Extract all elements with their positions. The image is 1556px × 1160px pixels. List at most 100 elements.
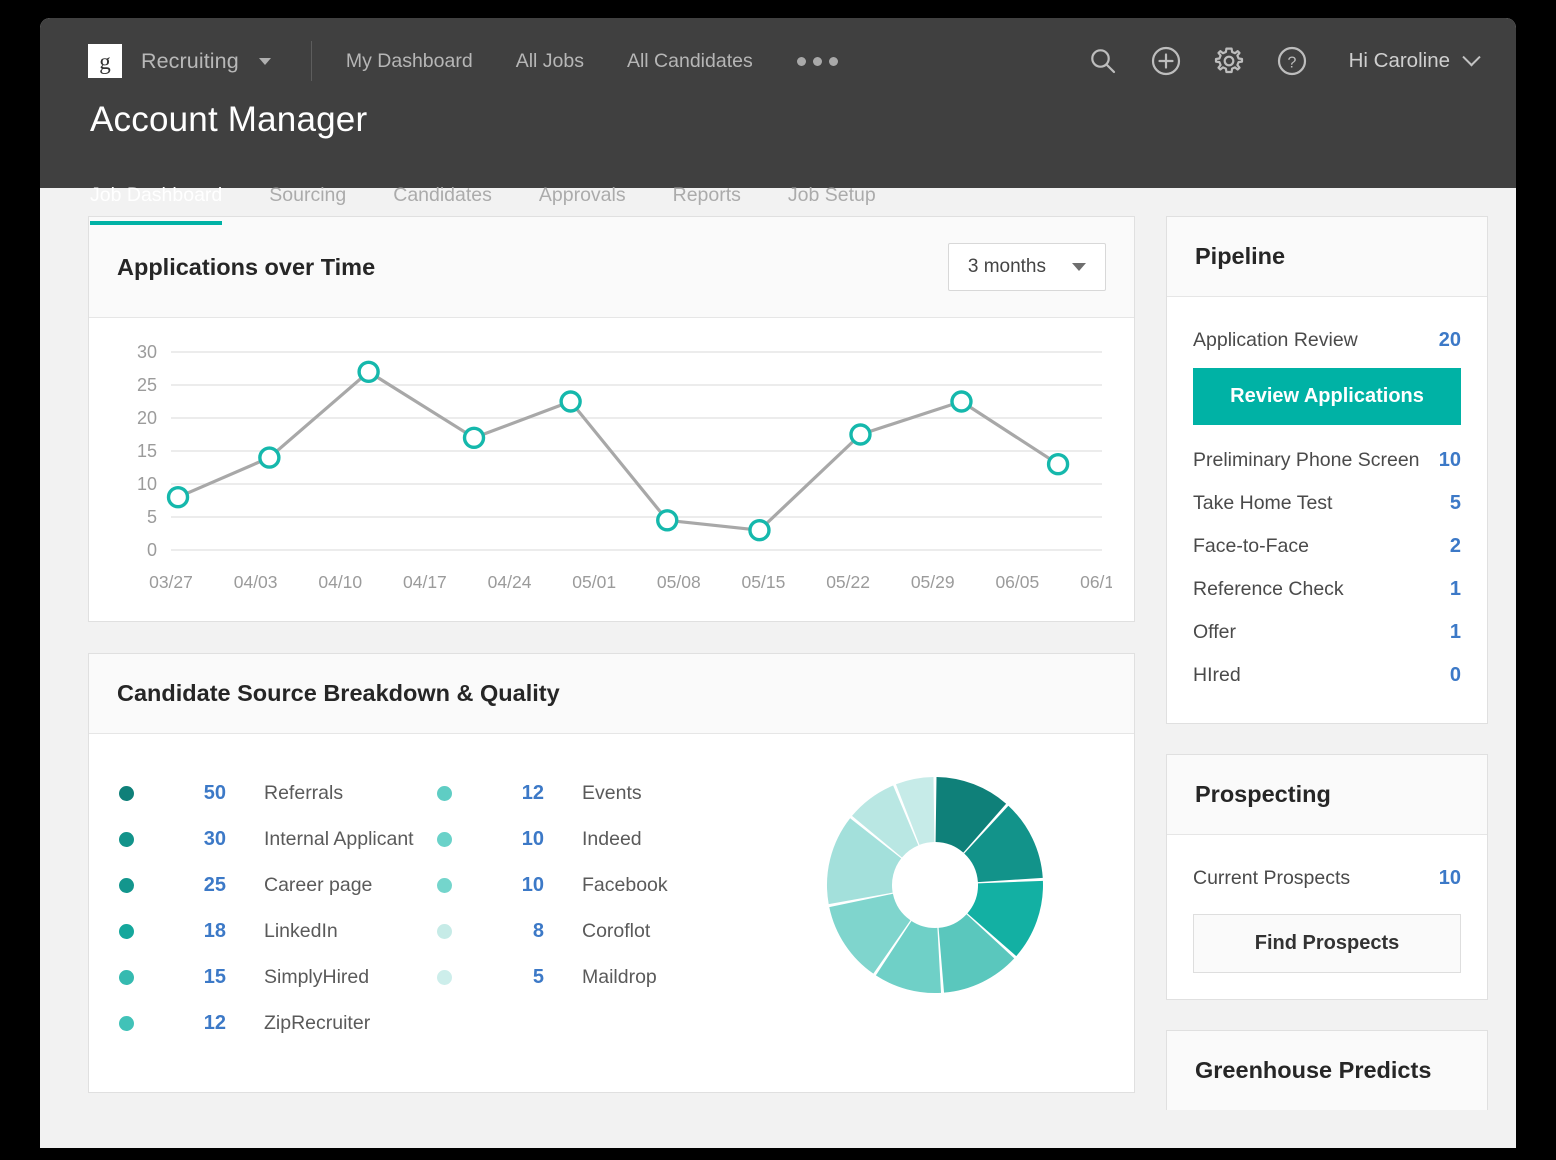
dot <box>829 57 838 66</box>
tab-candidates[interactable]: Candidates <box>393 184 492 225</box>
nav-link-all-jobs[interactable]: All Jobs <box>516 50 584 73</box>
tab-reports[interactable]: Reports <box>673 184 741 225</box>
pipeline-card-body: Application Review 20 Review Application… <box>1167 297 1487 723</box>
prospecting-card: Prospecting Current Prospects 10 Find Pr… <box>1166 754 1488 1000</box>
legend-label: LinkedIn <box>264 920 338 943</box>
svg-text:04/24: 04/24 <box>488 572 532 592</box>
svg-text:5: 5 <box>147 507 157 527</box>
legend-value: 30 <box>164 828 226 851</box>
legend-color-dot <box>119 924 134 939</box>
search-icon[interactable] <box>1087 45 1120 78</box>
chevron-down-icon <box>1072 263 1086 271</box>
plus-circle-icon[interactable] <box>1150 45 1183 78</box>
tab-job-dashboard[interactable]: Job Dashboard <box>90 184 222 225</box>
source-card-header: Candidate Source Breakdown & Quality <box>89 654 1134 734</box>
logo-glyph: g <box>99 50 111 73</box>
review-applications-button[interactable]: Review Applications <box>1193 368 1461 425</box>
pipeline-stage-hired[interactable]: HIred 0 <box>1193 654 1461 697</box>
pipeline-title: Pipeline <box>1195 243 1459 270</box>
dot <box>813 57 822 66</box>
tab-sourcing[interactable]: Sourcing <box>269 184 346 225</box>
user-menu[interactable]: Hi Caroline <box>1349 49 1478 73</box>
pipeline-stage-preliminary-phone-screen[interactable]: Preliminary Phone Screen 10 <box>1193 439 1461 482</box>
stage-label: Preliminary Phone Screen <box>1193 449 1420 472</box>
legend-label: SimplyHired <box>264 966 369 989</box>
nav-link-all-candidates[interactable]: All Candidates <box>627 50 753 73</box>
nav-link-my-dashboard[interactable]: My Dashboard <box>346 50 473 73</box>
source-legend-row[interactable]: 50Referrals <box>119 770 437 816</box>
svg-text:05/15: 05/15 <box>742 572 786 592</box>
source-legend-right: 12 Events 10Indeed 10 Facebook 8Coroflot 5 Mail… <box>437 770 755 1046</box>
legend-label: Maildrop <box>582 966 657 989</box>
legend-color-dot <box>437 924 452 939</box>
find-prospects-button[interactable]: Find Prospects <box>1193 914 1461 973</box>
source-legend-left: 50Referrals 30 Internal Applicant 25Career … <box>119 770 437 1046</box>
question-circle-icon[interactable]: ? <box>1276 45 1309 78</box>
svg-text:0: 0 <box>147 540 157 560</box>
source-legend-row[interactable]: 10 Facebook <box>437 862 755 908</box>
legend-color-dot <box>119 970 134 985</box>
source-legend-row[interactable]: 8Coroflot <box>437 908 755 954</box>
pipeline-stage-reference-check[interactable]: Reference Check 1 <box>1193 568 1461 611</box>
source-legend-row[interactable]: 25Career page <box>119 862 437 908</box>
time-range-select[interactable]: 3 months <box>948 243 1106 291</box>
legend-label: Facebook <box>582 874 668 897</box>
legend-value: 12 <box>482 782 544 805</box>
source-legend-row[interactable]: 12ZipRecruiter <box>119 1000 437 1046</box>
svg-text:30: 30 <box>137 342 157 362</box>
legend-label: Internal Applicant <box>264 828 414 851</box>
svg-text:05/01: 05/01 <box>572 572 616 592</box>
pipeline-stage-take-home-test[interactable]: Take Home Test 5 <box>1193 482 1461 525</box>
brand-switcher[interactable]: Recruiting <box>141 49 271 74</box>
legend-color-dot <box>119 786 134 801</box>
predicts-card-header: Greenhouse Predicts <box>1167 1031 1487 1110</box>
page-title: Account Manager <box>40 100 1516 140</box>
svg-text:05/29: 05/29 <box>911 572 955 592</box>
source-legend-row[interactable]: 10Indeed <box>437 816 755 862</box>
legend-value: 5 <box>482 966 544 989</box>
prospecting-card-header: Prospecting <box>1167 755 1487 835</box>
source-legend-row[interactable]: 18LinkedIn <box>119 908 437 954</box>
legend-color-dot <box>119 832 134 847</box>
legend-value: 10 <box>482 874 544 897</box>
prospecting-card-body: Current Prospects 10 Find Prospects <box>1167 835 1487 999</box>
svg-text:05/08: 05/08 <box>657 572 701 592</box>
pipeline-card-header: Pipeline <box>1167 217 1487 297</box>
stage-count: 20 <box>1439 329 1461 352</box>
pipeline-card: Pipeline Application Review 20 Review Ap… <box>1166 216 1488 724</box>
tab-job-setup[interactable]: Job Setup <box>788 184 876 225</box>
stage-label: Application Review <box>1193 329 1358 352</box>
pipeline-stage-face-to-face[interactable]: Face-to-Face 2 <box>1193 525 1461 568</box>
pipeline-stage-application-review[interactable]: Application Review 20 <box>1193 319 1461 362</box>
svg-text:04/10: 04/10 <box>318 572 362 592</box>
current-prospects-count: 10 <box>1439 867 1461 890</box>
stage-label: Offer <box>1193 621 1236 644</box>
pipeline-stage-offer[interactable]: Offer 1 <box>1193 611 1461 654</box>
primary-nav-links: My Dashboard All Jobs All Candidates <box>346 50 753 73</box>
source-legend-row[interactable]: 5 Maildrop <box>437 954 755 1000</box>
global-nav-bar: g Recruiting My Dashboard All Jobs All C… <box>40 18 1516 104</box>
gear-icon[interactable] <box>1213 45 1246 78</box>
legend-color-dot <box>437 786 452 801</box>
greenhouse-predicts-card: Greenhouse Predicts <box>1166 1030 1488 1110</box>
candidate-source-card: Candidate Source Breakdown & Quality 50R… <box>88 653 1135 1093</box>
predicts-title: Greenhouse Predicts <box>1195 1057 1459 1084</box>
stage-count: 1 <box>1450 621 1461 644</box>
user-greeting-label: Hi Caroline <box>1349 49 1450 73</box>
source-legend-row[interactable]: 30 Internal Applicant <box>119 816 437 862</box>
svg-text:06/12: 06/12 <box>1080 572 1112 592</box>
source-legend-row[interactable]: 15SimplyHired <box>119 954 437 1000</box>
chevron-down-icon <box>259 58 271 65</box>
stage-count: 5 <box>1450 492 1461 515</box>
stage-count: 0 <box>1450 664 1461 687</box>
legend-value: 25 <box>164 874 226 897</box>
app-window: g Recruiting My Dashboard All Jobs All C… <box>40 18 1516 1148</box>
legend-label: Events <box>582 782 642 805</box>
source-legend-row[interactable]: 12 Events <box>437 770 755 816</box>
current-prospects-row: Current Prospects 10 <box>1193 857 1461 900</box>
svg-text:05/22: 05/22 <box>826 572 870 592</box>
more-menu-icon[interactable] <box>797 57 838 66</box>
greenhouse-logo-icon[interactable]: g <box>88 44 122 78</box>
dashboard-content: Applications over Time 3 months 05101520… <box>40 188 1516 1148</box>
tab-approvals[interactable]: Approvals <box>539 184 626 225</box>
